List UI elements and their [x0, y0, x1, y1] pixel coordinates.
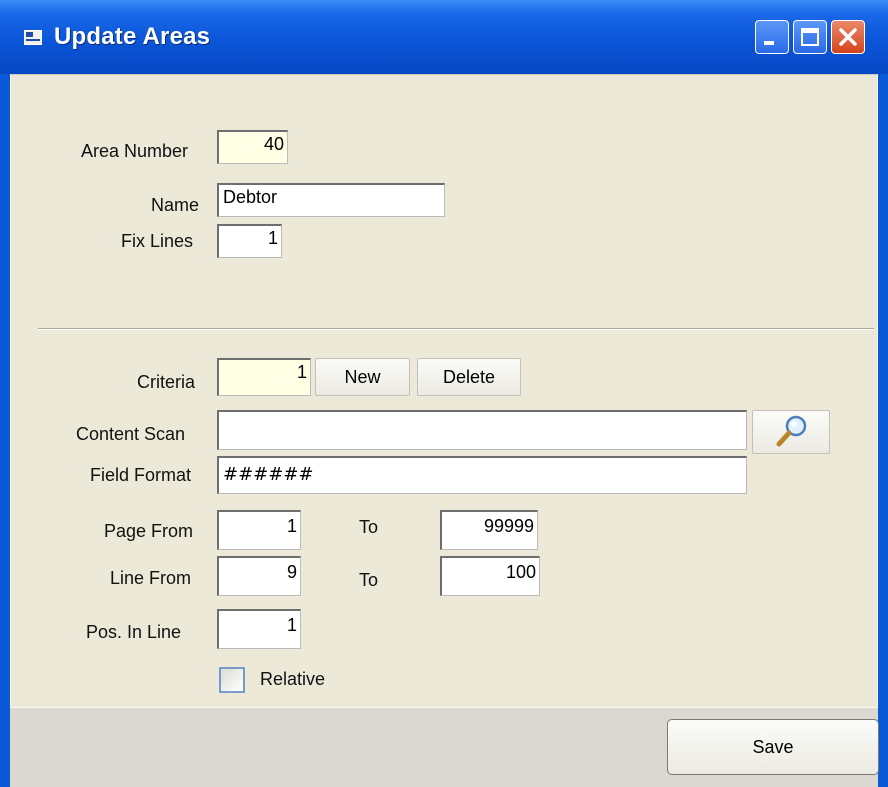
name-field[interactable]: Debtor [217, 183, 445, 217]
area-number-field[interactable]: 40 [217, 130, 288, 164]
page-from-label: Page From [104, 521, 194, 541]
line-from-field[interactable]: 9 [217, 556, 301, 596]
content-scan-label: Content Scan [76, 424, 186, 444]
content-scan-search-button[interactable] [752, 410, 830, 454]
line-from-label: Line From [110, 568, 192, 588]
relative-label: Relative [260, 669, 326, 689]
page-to-label: To [359, 517, 379, 537]
field-format-label: Field Format [90, 465, 192, 485]
magnifier-icon [776, 415, 807, 447]
pos-in-line-label: Pos. In Line [86, 622, 182, 642]
relative-checkbox[interactable] [219, 667, 245, 693]
pos-in-line-field[interactable]: 1 [217, 609, 301, 649]
section-divider [38, 328, 874, 330]
save-button[interactable]: Save [667, 719, 879, 775]
page-from-field[interactable]: 1 [217, 510, 301, 550]
maximize-button[interactable] [793, 20, 827, 54]
window-title: Update Areas [54, 23, 211, 50]
fix-lines-field[interactable]: 1 [217, 224, 282, 258]
delete-criteria-button[interactable]: Delete [417, 358, 521, 396]
minimize-icon [764, 41, 774, 45]
criteria-field[interactable]: 1 [217, 358, 311, 396]
close-button[interactable] [831, 20, 865, 54]
content-scan-field[interactable] [217, 410, 747, 450]
page-to-field[interactable]: 99999 [440, 510, 538, 550]
field-format-field[interactable]: ###### [217, 456, 747, 494]
fix-lines-label: Fix Lines [121, 231, 194, 251]
update-areas-window: Update Areas Area Number 40 Name Debtor … [0, 0, 888, 787]
new-criteria-button[interactable]: New [315, 358, 410, 396]
line-to-label: To [359, 570, 379, 590]
area-number-label: Area Number [81, 141, 189, 161]
line-to-field[interactable]: 100 [440, 556, 540, 596]
minimize-button[interactable] [755, 20, 789, 54]
title-bar[interactable]: Update Areas [0, 0, 888, 74]
criteria-label: Criteria [137, 372, 196, 392]
form-icon [24, 30, 42, 45]
maximize-icon [801, 28, 819, 46]
close-icon [839, 28, 857, 46]
name-label: Name [151, 195, 200, 215]
